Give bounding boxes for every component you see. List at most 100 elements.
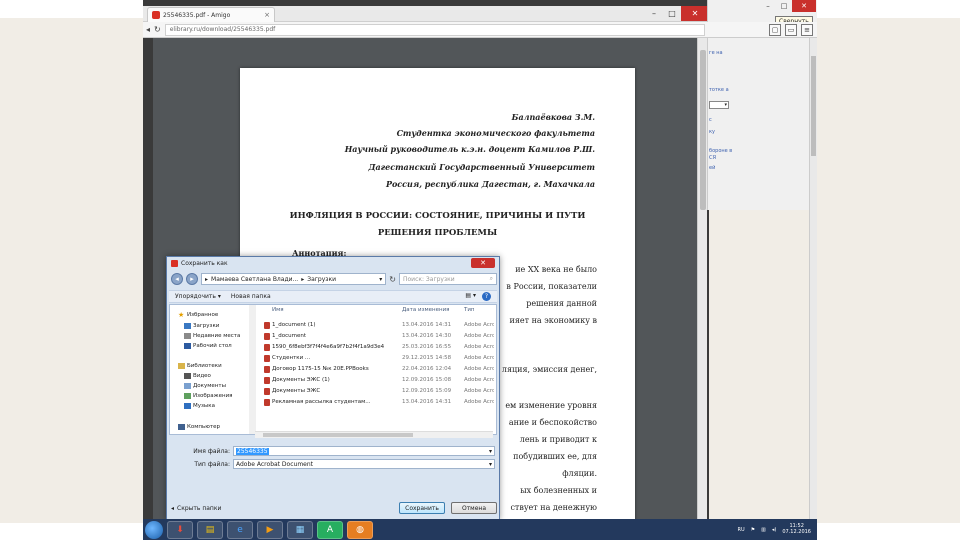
tree-item-libraries[interactable]: Библиотеки xyxy=(178,363,222,369)
tree-item-favorites[interactable]: ★ Избранное xyxy=(178,312,218,319)
secondary-close-button[interactable]: ✕ xyxy=(792,0,816,12)
body-text-line: ем изменение уровня xyxy=(505,401,597,410)
browser-window-controls: – □ ✕ xyxy=(645,6,709,21)
pdf-scroll-thumb[interactable] xyxy=(700,50,706,210)
secondary-scrollbar[interactable] xyxy=(809,38,817,523)
back-arrow-icon[interactable]: ◂ xyxy=(146,25,150,34)
secondary-scroll-thumb[interactable] xyxy=(811,56,816,156)
start-button[interactable] xyxy=(145,520,163,539)
filetype-select[interactable]: Adobe Acrobat Document ▾ xyxy=(233,459,495,469)
breadcrumb-downloads[interactable]: Загрузки xyxy=(307,276,336,283)
comment-icon[interactable]: ▭ xyxy=(785,23,797,36)
new-folder-button[interactable]: Новая папка xyxy=(231,293,271,300)
pdf-file-icon xyxy=(264,399,270,406)
filetype-row: Тип файла: Adobe Acrobat Document ▾ xyxy=(183,458,495,470)
recent-places-icon xyxy=(184,333,191,339)
browser-tab[interactable]: 25546335.pdf - Amigo × xyxy=(147,7,275,22)
filename-input[interactable]: 25546335 ▾ xyxy=(233,446,495,456)
minimize-button[interactable]: – xyxy=(645,6,663,21)
internet-explorer-icon[interactable]: e xyxy=(227,520,253,539)
view-options-icon[interactable]: ▤ ▾ xyxy=(465,292,476,301)
tree-scrollbar[interactable] xyxy=(249,305,256,434)
file-row[interactable]: Договор 1175-15 №к 20Е.PPBooks 22.04.2016… xyxy=(258,365,496,374)
green-app-icon[interactable]: A xyxy=(317,520,343,539)
tree-item-video[interactable]: Видео xyxy=(184,373,211,379)
file-list-hscrollbar[interactable] xyxy=(255,431,493,438)
forward-icon[interactable]: ▸ xyxy=(186,273,198,285)
reload-icon[interactable]: ↻ xyxy=(154,25,161,34)
side-text-line: ге на xyxy=(709,50,723,56)
calendar-app-icon[interactable]: ▦ xyxy=(287,520,313,539)
organize-button[interactable]: Упорядочить ▾ xyxy=(175,293,221,300)
desktop-icon xyxy=(184,343,191,349)
side-text-line: с xyxy=(709,117,712,123)
filetype-value: Adobe Acrobat Document xyxy=(236,460,314,468)
tree-item-music[interactable]: Музыка xyxy=(184,403,215,409)
amigo-browser-icon[interactable]: ◍ xyxy=(347,520,373,539)
secondary-maximize-button[interactable]: □ xyxy=(776,0,792,12)
body-text-line: ых болезненных и xyxy=(520,486,597,495)
maximize-button[interactable]: □ xyxy=(663,6,681,21)
body-text-line: лень и приводит к xyxy=(519,435,597,444)
pdf-file-icon xyxy=(264,333,270,340)
pdf-file-icon xyxy=(264,388,270,395)
tree-item-images[interactable]: Изображения xyxy=(184,393,232,399)
download-app-icon[interactable]: ⬇ xyxy=(167,520,193,539)
refresh-icon[interactable]: ↻ xyxy=(389,275,396,284)
close-button[interactable]: ✕ xyxy=(681,6,709,21)
column-type[interactable]: Тип xyxy=(464,307,475,313)
page-icon[interactable]: ▢ xyxy=(769,23,781,36)
side-dropdown[interactable]: ▾ xyxy=(709,101,729,109)
tree-item-computer[interactable]: Компьютер xyxy=(178,424,220,430)
filename-dropdown-icon[interactable]: ▾ xyxy=(489,448,492,455)
hscroll-thumb[interactable] xyxy=(263,433,413,437)
language-indicator[interactable]: RU xyxy=(738,527,745,533)
back-icon[interactable]: ◂ xyxy=(171,273,183,285)
filename-value: 25546335 xyxy=(236,447,269,455)
tree-item-documents[interactable]: Документы xyxy=(184,383,226,389)
file-row[interactable]: Студентки ...29.12.2015 14:58Adobe Acrob… xyxy=(258,354,496,363)
file-row[interactable]: Рекламная рассылка студентам... 13.04.201… xyxy=(258,398,496,407)
file-row[interactable]: 1_document (1) 13.04.2016 14:31 Adobe Acro… xyxy=(258,321,496,330)
article-title-line-1: ИНФЛЯЦИЯ В РОССИИ: СОСТОЯНИЕ, ПРИЧИНЫ И … xyxy=(289,211,586,221)
taskbar: ⬇ ▤ e ▶ ▦ A ◍ RU ⚑ ▥ ◂) 11:52 07.12.2016 xyxy=(143,519,817,540)
url-input[interactable]: elibrary.ru/download/25546335.pdf xyxy=(164,23,705,36)
hide-folders-toggle[interactable]: ◂ Скрыть папки xyxy=(171,505,221,512)
file-row[interactable]: Документы ЭЖС12.09.2016 15:09Adobe Acrob… xyxy=(258,387,496,396)
pdf-file-icon xyxy=(264,377,270,384)
tab-close-icon[interactable]: × xyxy=(264,11,270,19)
volume-icon[interactable]: ◂) xyxy=(772,527,776,533)
pdf-scrollbar[interactable] xyxy=(697,38,707,523)
network-icon[interactable]: ▥ xyxy=(761,527,766,533)
breadcrumb-dropdown-icon[interactable]: ▾ xyxy=(379,276,385,283)
help-icon[interactable]: ? xyxy=(482,292,491,301)
breadcrumb[interactable]: ▸ Мамаева Светлана Влади... ▸ Загрузки ▾ xyxy=(201,273,387,285)
collapse-icon: ◂ xyxy=(171,504,175,512)
tree-item-desktop[interactable]: Рабочий стол xyxy=(184,343,232,349)
column-name[interactable]: Имя xyxy=(272,307,284,313)
file-row[interactable]: Документы ЭЖС (1) 12.09.2016 15:08 Adobe A… xyxy=(258,376,496,385)
side-text-line: СЯ xyxy=(709,155,716,161)
flag-icon[interactable]: ⚑ xyxy=(751,527,755,533)
menu-icon[interactable]: ≡ xyxy=(801,23,813,36)
clock[interactable]: 11:52 07.12.2016 xyxy=(782,523,811,535)
file-row[interactable]: 1_document13.04.2016 14:30Adobe Acrobat xyxy=(258,332,496,341)
tree-item-recent[interactable]: Недавние места xyxy=(184,333,240,339)
body-text-line: фляции. xyxy=(562,469,597,478)
side-text-line: бороне в xyxy=(709,148,733,154)
column-date[interactable]: Дата изменения xyxy=(402,307,449,313)
pdf-file-icon xyxy=(264,355,270,362)
tree-item-downloads[interactable]: Загрузки xyxy=(184,323,219,329)
search-input[interactable]: Поиск: Загрузки ⌕ xyxy=(399,273,497,285)
file-row[interactable]: 1590_6f8ebf3f7f4f4e6a9f7b2f4f1a9d3e4 25.0… xyxy=(258,343,496,352)
save-button[interactable]: Сохранить xyxy=(399,502,445,514)
file-explorer-icon[interactable]: ▤ xyxy=(197,520,223,539)
pdf-file-icon xyxy=(264,344,270,351)
filetype-dropdown-icon[interactable]: ▾ xyxy=(489,461,492,468)
dialog-close-button[interactable]: ✕ xyxy=(471,258,495,268)
cancel-button[interactable]: Отмена xyxy=(451,502,497,514)
secondary-minimize-button[interactable]: – xyxy=(760,0,776,12)
breadcrumb-user[interactable]: Мамаева Светлана Влади... xyxy=(211,276,298,283)
body-text-line: ляция, эмиссия денег, xyxy=(501,365,597,374)
media-player-icon[interactable]: ▶ xyxy=(257,520,283,539)
